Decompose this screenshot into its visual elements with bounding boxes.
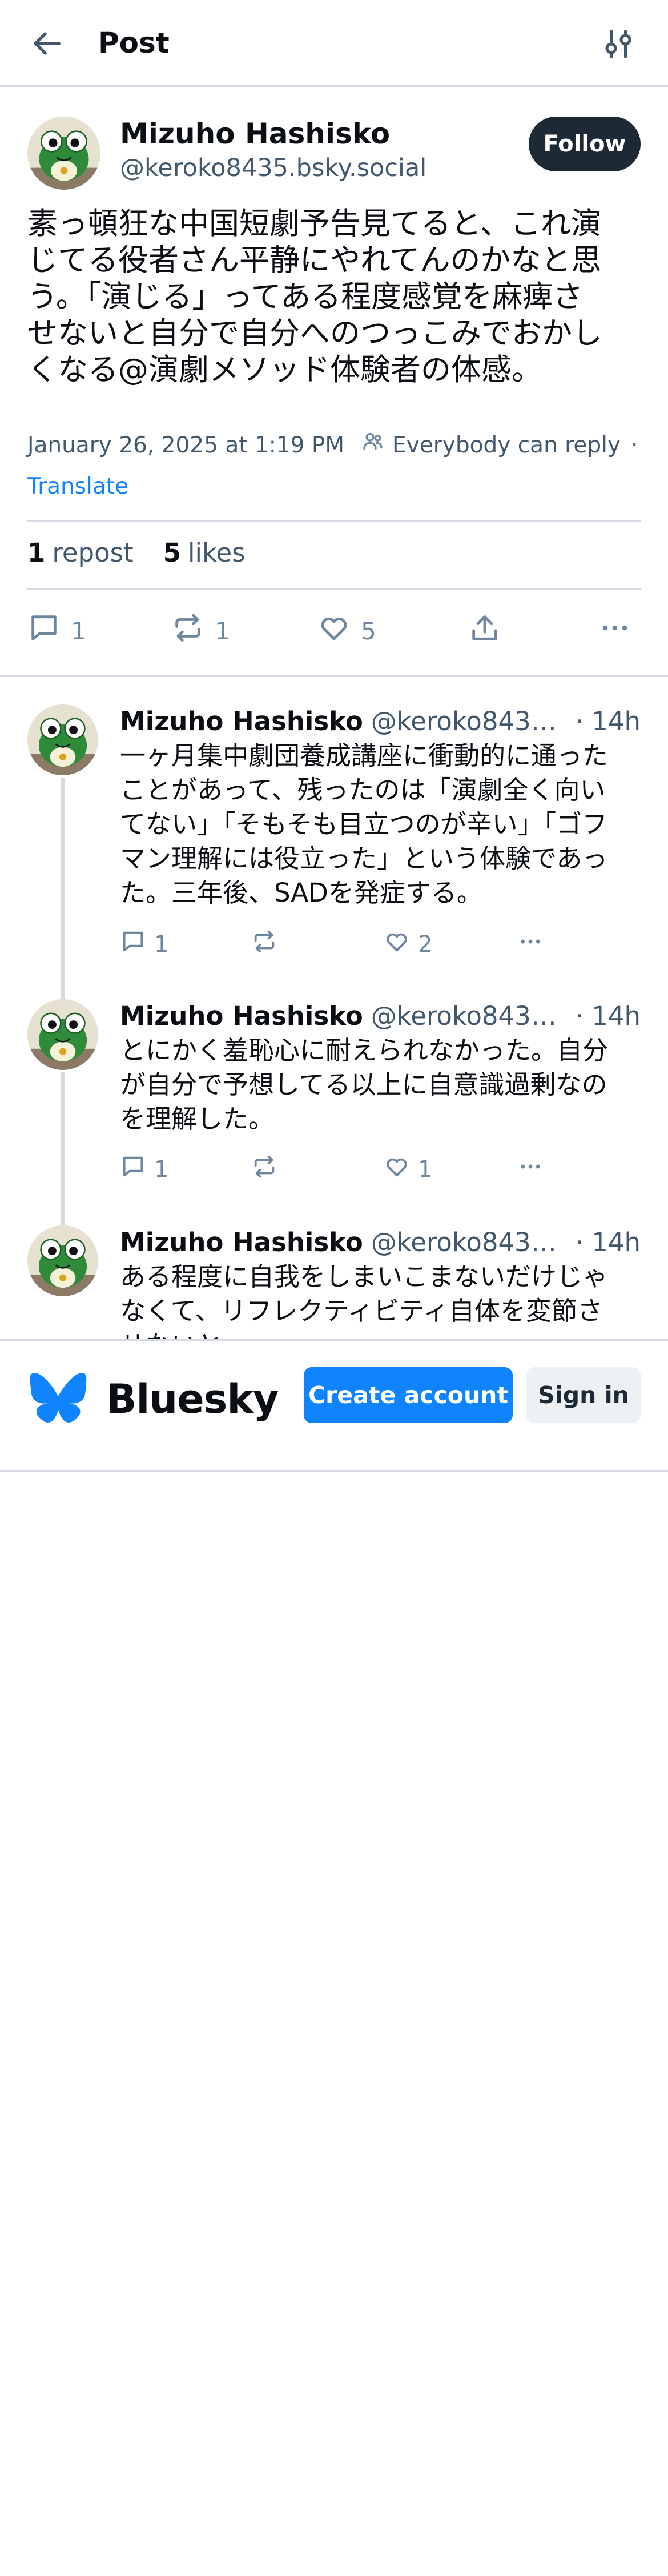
brand[interactable]: Bluesky	[30, 1373, 279, 1425]
like-button[interactable]: 2	[384, 927, 432, 962]
avatar[interactable]	[27, 704, 98, 775]
back-button[interactable]	[30, 26, 66, 63]
more-options-button[interactable]	[517, 927, 544, 962]
reply-text: 一ヶ月集中劇団養成講座に衝動的に通った ことがあって、残ったのは「演劇全く向い …	[120, 740, 609, 908]
likes-stat[interactable]: 5 likes	[163, 536, 246, 570]
thread-line	[61, 778, 65, 999]
reply-button[interactable]: 1	[120, 1152, 168, 1187]
reply-icon	[27, 611, 61, 650]
people-icon	[361, 430, 392, 462]
post-stats: 1 repost 5 likes	[27, 536, 275, 570]
reply-text: とにかく羞恥心に耐えられなかった。自分 が自分で予想してる以上に自意識過剰なの …	[120, 1035, 609, 1134]
top-bar: Post	[0, 0, 668, 87]
like-count: 5	[361, 616, 376, 645]
reply-setting[interactable]: Everybody can reply	[361, 430, 621, 462]
frog-avatar-image	[27, 999, 98, 1070]
avatar[interactable]	[27, 117, 100, 190]
share-button[interactable]	[468, 608, 501, 654]
reply-text: ある程度に自我をしまいこまないだけじゃ なくて、リフレクティビティ自体を変節さ …	[120, 1261, 609, 1339]
repost-icon	[171, 611, 204, 650]
reply-author-handle[interactable]: @keroko8435.bsky.social	[371, 999, 561, 1033]
repost-button[interactable]: 1	[171, 608, 230, 654]
repost-icon	[251, 928, 277, 960]
reply-header: Mizuho Hashisko @keroko8435.bsky.social …	[120, 999, 641, 1033]
like-count: 2	[418, 931, 433, 958]
thread-settings-button[interactable]	[598, 25, 638, 65]
repost-icon	[251, 1153, 277, 1185]
divider	[27, 520, 641, 522]
reply-button[interactable]: 1	[120, 927, 168, 962]
reply-button[interactable]: 1	[27, 608, 86, 654]
author-name[interactable]: Mizuho Hashisko	[120, 115, 390, 152]
like-button[interactable]: 1	[384, 1152, 432, 1187]
arrow-left-icon	[31, 27, 65, 62]
reply-header: Mizuho Hashisko @keroko8435.bsky.social …	[120, 704, 641, 739]
more-options-button[interactable]	[598, 608, 631, 654]
avatar[interactable]	[27, 1225, 98, 1296]
reply-author-handle[interactable]: @keroko8435.bsky.social	[371, 704, 561, 739]
post-text: 素っ頓狂な中国短劇予告見てると、これ演 じてる役者さん平静にやれてんのかなと思 …	[27, 206, 602, 387]
reply-author-name[interactable]: Mizuho Hashisko	[120, 1225, 363, 1260]
reply-icon	[120, 928, 146, 960]
reply-count: 1	[154, 931, 169, 958]
like-button[interactable]: 5	[317, 608, 376, 654]
post-actions: 1 1 5	[27, 608, 641, 654]
reply-author-name[interactable]: Mizuho Hashisko	[120, 999, 363, 1033]
brand-name: Bluesky	[106, 1376, 279, 1423]
likes-count: 5	[163, 538, 182, 568]
post-meta: January 26, 2025 at 1:19 PM Everybody ca…	[27, 430, 644, 462]
frog-avatar-image	[27, 117, 100, 190]
reply-icon	[120, 1153, 146, 1185]
share-icon	[468, 611, 501, 650]
reply-setting-label: Everybody can reply	[392, 432, 621, 458]
likes-label: likes	[188, 538, 246, 568]
reply-count: 1	[154, 1156, 169, 1183]
repost-count: 1	[215, 616, 230, 645]
reply-author-handle[interactable]: @keroko8435.bsky.social	[371, 1225, 561, 1260]
reply-time[interactable]: · 14h	[576, 999, 641, 1033]
heart-icon	[317, 611, 351, 650]
post-timestamp[interactable]: January 26, 2025 at 1:19 PM	[27, 430, 344, 462]
heart-icon	[384, 1153, 410, 1185]
author-handle[interactable]: @keroko8435.bsky.social	[120, 152, 426, 184]
repost-button[interactable]	[251, 927, 277, 962]
reply-time[interactable]: · 14h	[576, 1225, 641, 1260]
sliders-icon	[601, 27, 635, 63]
avatar[interactable]	[27, 999, 98, 1070]
divider	[27, 588, 641, 590]
reposts-stat[interactable]: 1 repost	[27, 536, 134, 570]
butterfly-logo-icon	[30, 1373, 87, 1425]
reply-count: 1	[71, 616, 86, 645]
thread-line	[61, 1198, 65, 1225]
page-title: Post	[98, 26, 170, 59]
reply-time[interactable]: · 14h	[576, 704, 641, 739]
reply-actions: 1 2	[120, 927, 565, 962]
follow-button[interactable]: Follow	[529, 117, 641, 171]
reposts-count: 1	[27, 538, 46, 568]
frog-avatar-image	[27, 704, 98, 775]
like-count: 1	[418, 1156, 433, 1183]
more-options-button[interactable]	[517, 1152, 544, 1187]
repost-button[interactable]	[251, 1152, 277, 1187]
reposts-label: repost	[52, 538, 134, 568]
signup-footer: Bluesky Create account Sign in	[0, 1339, 668, 1472]
heart-icon	[384, 928, 410, 960]
reply-author-name[interactable]: Mizuho Hashisko	[120, 704, 363, 739]
more-horizontal-icon	[598, 611, 631, 650]
create-account-button[interactable]: Create account	[304, 1367, 513, 1423]
reply-header: Mizuho Hashisko @keroko8435.bsky.social …	[120, 1225, 641, 1260]
thread-line	[61, 972, 65, 999]
reply-actions: 1 1	[120, 1152, 565, 1187]
more-horizontal-icon	[517, 928, 544, 960]
sign-in-button[interactable]: Sign in	[526, 1367, 641, 1423]
meta-separator: ·	[631, 432, 638, 458]
replies-list: Mizuho Hashisko @keroko8435.bsky.social …	[0, 677, 668, 1339]
frog-avatar-image	[27, 1225, 98, 1296]
translate-link[interactable]: Translate	[27, 471, 128, 503]
more-horizontal-icon	[517, 1153, 544, 1185]
